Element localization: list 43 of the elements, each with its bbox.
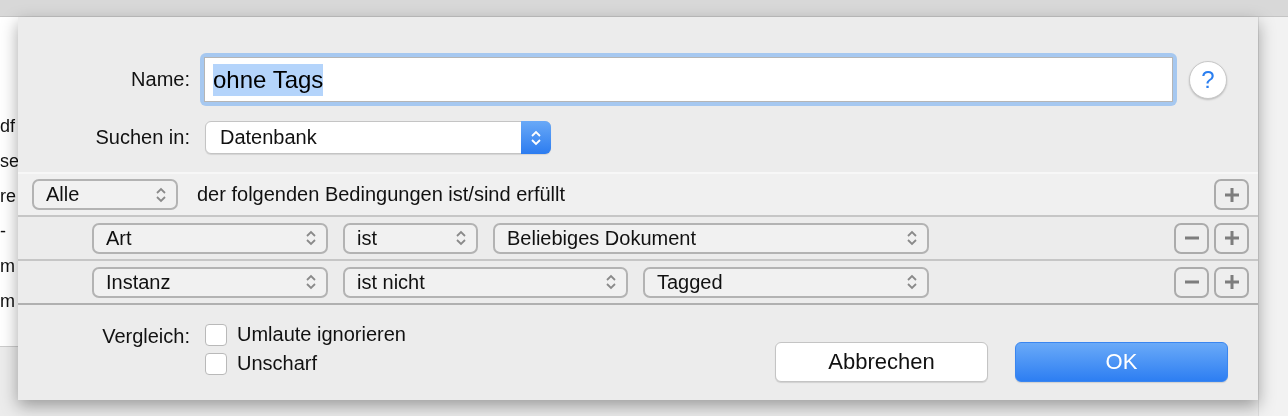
list-row-text: se (0, 150, 20, 173)
stepper-icon (907, 274, 917, 290)
field-popup[interactable]: Art (92, 222, 328, 254)
operator-popup[interactable]: ist nicht (343, 266, 628, 298)
remove-button[interactable] (1174, 266, 1209, 298)
name-field[interactable]: ohne Tags (204, 57, 1173, 102)
list-row-text: - (0, 220, 7, 243)
stepper-icon (306, 274, 316, 290)
name-label: Name: (130, 68, 190, 91)
stepper-icon (531, 129, 541, 146)
minus-icon (1183, 280, 1200, 284)
plus-icon (1223, 274, 1240, 290)
field-popup[interactable]: Instanz (92, 266, 328, 298)
stepper-icon (606, 274, 616, 290)
list-row-text: m (0, 255, 16, 278)
criteria-header-text: der folgenden Bedingungen ist/sind erfüllt (197, 183, 567, 206)
plus-icon (1223, 186, 1240, 203)
help-button[interactable]: ? (1189, 60, 1227, 99)
minus-icon (1183, 236, 1200, 240)
compare-label: Vergleich: (101, 325, 190, 348)
operator-popup[interactable]: ist (343, 222, 478, 254)
scope-label: Suchen in: (94, 126, 190, 149)
value-popup[interactable]: Beliebiges Dokument (493, 222, 929, 254)
add-button[interactable] (1214, 222, 1249, 254)
checkbox-label: Unscharf (237, 352, 318, 375)
add-button[interactable] (1214, 266, 1249, 298)
value-popup[interactable]: Tagged (643, 266, 929, 298)
remove-button[interactable] (1174, 222, 1209, 254)
cancel-button[interactable]: Abbrechen (775, 342, 988, 382)
scope-popup[interactable]: Datenbank (205, 121, 551, 154)
plus-icon (1223, 230, 1240, 246)
stepper-icon (306, 230, 316, 246)
checkbox-label: Umlaute ignorieren (237, 323, 406, 346)
stepper-icon (456, 230, 466, 246)
quantifier-popup[interactable]: Alle (32, 179, 178, 210)
list-row-text: df (0, 115, 16, 138)
list-row-text: m (0, 290, 16, 313)
stepper-icon (907, 230, 917, 246)
checkbox[interactable] (205, 352, 227, 375)
name-value: ohne Tags (213, 63, 324, 96)
checkbox[interactable] (205, 323, 227, 346)
add-button[interactable] (1214, 179, 1249, 210)
stepper-icon (156, 186, 166, 203)
